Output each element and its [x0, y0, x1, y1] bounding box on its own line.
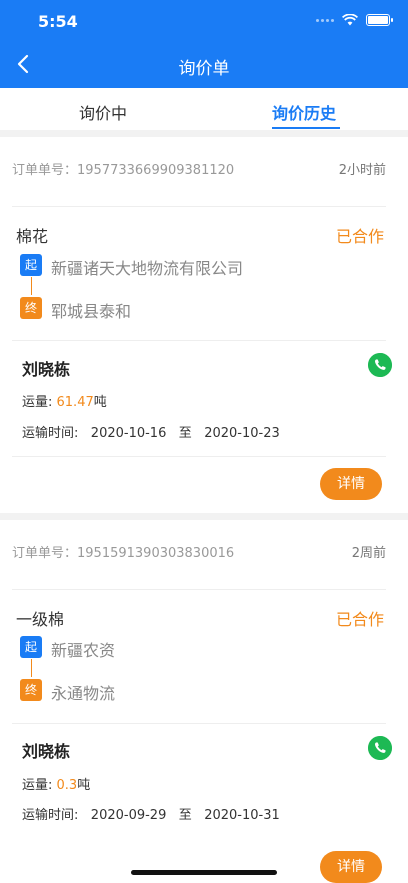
volume-value: 0.3	[56, 778, 78, 793]
volume-line: 运量: 61.47吨	[22, 391, 107, 410]
volume-label: 运量:	[22, 778, 57, 793]
page-title: 询价单	[178, 59, 230, 79]
date-to: 2020-10-23	[204, 426, 280, 441]
order-card[interactable]: 订单单号：1957733669909381120 2小时前 棉花 已合作 起 新…	[0, 137, 408, 513]
status-time: 5:54	[38, 12, 78, 31]
end-location: 永通物流	[51, 684, 116, 703]
date-separator: 至	[178, 426, 192, 441]
driver-name: 刘晓栋	[22, 360, 71, 379]
end-location: 郓城县泰和	[51, 302, 132, 321]
order-header: 订单单号：1957733669909381120 2小时前	[12, 137, 386, 207]
app-header: 5:54 询价单	[0, 0, 408, 88]
transport-time-label: 运输时间:	[22, 808, 79, 823]
date-from: 2020-09-29	[90, 808, 167, 823]
battery-icon	[366, 14, 393, 26]
transport-time-label: 运输时间:	[22, 426, 79, 441]
phone-icon[interactable]	[368, 736, 392, 760]
tab-inquiring[interactable]: 询价中	[79, 100, 127, 124]
signal-icon	[316, 18, 334, 22]
transport-time-line: 运输时间: 2020-09-29 至 2020-10-31	[22, 804, 280, 823]
start-badge: 起	[20, 636, 42, 658]
goods-name: 一级棉	[16, 610, 65, 629]
order-number: 订单单号：1957733669909381120	[12, 163, 235, 178]
volume-unit: 吨	[77, 778, 91, 793]
status-badge: 已合作	[335, 610, 384, 629]
volume-unit: 吨	[93, 395, 107, 410]
tab-bar: 询价中 询价历史	[0, 88, 408, 130]
volume-line: 运量: 0.3吨	[22, 774, 90, 793]
volume-value: 61.47	[56, 395, 94, 410]
date-to: 2020-10-31	[204, 808, 280, 823]
route-connector	[31, 659, 32, 677]
volume-label: 运量:	[22, 395, 57, 410]
divider	[12, 456, 386, 457]
end-badge: 终	[20, 679, 42, 701]
route-connector	[31, 277, 32, 295]
status-icons	[316, 14, 393, 26]
order-time-ago: 2小时前	[338, 163, 386, 178]
home-indicator	[131, 870, 277, 875]
order-time-ago: 2周前	[351, 546, 386, 561]
transport-time-line: 运输时间: 2020-10-16 至 2020-10-23	[22, 422, 280, 441]
goods-name: 棉花	[16, 227, 49, 246]
date-from: 2020-10-16	[90, 426, 167, 441]
divider	[12, 723, 386, 724]
phone-icon[interactable]	[368, 353, 392, 377]
start-location: 新疆诸天大地物流有限公司	[51, 259, 244, 278]
driver-name: 刘晓栋	[22, 742, 71, 761]
divider	[12, 340, 386, 341]
wifi-icon	[342, 14, 358, 26]
start-location: 新疆农资	[51, 641, 116, 660]
start-badge: 起	[20, 254, 42, 276]
detail-button[interactable]: 详情	[320, 468, 382, 500]
end-badge: 终	[20, 297, 42, 319]
status-badge: 已合作	[335, 227, 384, 246]
order-header: 订单单号：1951591390303830016 2周前	[12, 520, 386, 590]
date-separator: 至	[178, 808, 192, 823]
order-number: 订单单号：1951591390303830016	[12, 546, 235, 561]
detail-button[interactable]: 详情	[320, 851, 382, 883]
tab-inquiry-history[interactable]: 询价历史	[272, 100, 336, 124]
order-card[interactable]: 订单单号：1951591390303830016 2周前 一级棉 已合作 起 新…	[0, 520, 408, 883]
active-tab-underline	[272, 127, 340, 129]
